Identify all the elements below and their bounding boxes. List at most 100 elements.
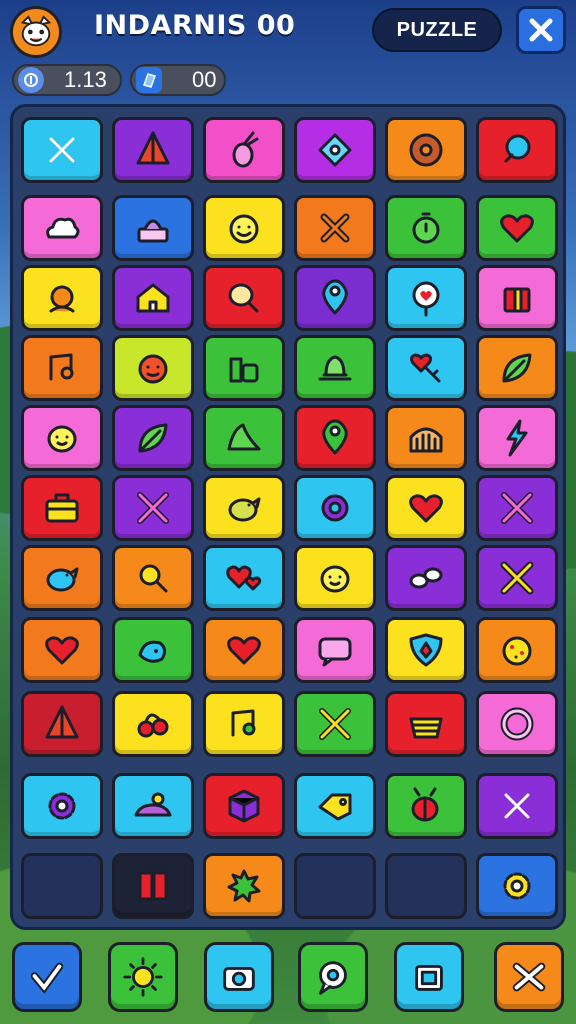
board-tile[interactable] [385,773,467,839]
crossed-arrows-icon [137,492,169,524]
chat-icon [318,637,352,667]
board-tile[interactable] [476,545,558,611]
board-tile[interactable] [21,545,103,611]
island-icon [134,792,172,817]
gears-block-icon [229,357,259,383]
board-tile[interactable] [21,617,103,683]
board-tile[interactable] [294,545,376,611]
music-note-icon [231,709,256,737]
board-tile[interactable] [294,265,376,331]
board-tile[interactable] [385,617,467,683]
board-tile[interactable] [476,405,558,471]
close-icon [529,18,553,42]
board-tile[interactable] [21,117,103,183]
board-tile[interactable] [294,335,376,401]
board-tile[interactable] [476,475,558,541]
board-tile[interactable] [21,691,103,757]
pyramid-icon [45,705,79,739]
gem-value: 00 [192,67,217,92]
cherry-icon [137,713,169,738]
gem-counter: 00 [130,64,226,96]
empty-slot [385,853,467,919]
board-tile[interactable] [476,773,558,839]
coin-counter: 1.13 [12,64,122,96]
board-tile[interactable] [476,617,558,683]
board-tile[interactable] [112,853,194,919]
board-tile[interactable] [203,335,285,401]
board-tile[interactable] [203,691,285,757]
board-tile[interactable] [112,405,194,471]
board-tile[interactable] [112,117,194,183]
sun-button[interactable] [108,942,178,1012]
board-tile[interactable] [476,117,558,183]
tag-icon [318,793,352,821]
board-tile[interactable] [476,335,558,401]
puzzle-mode-button[interactable]: PUZZLE [372,8,502,52]
temple-icon [318,355,352,381]
bottom-toolbar [0,936,576,1024]
board-tile[interactable] [294,405,376,471]
shuffle-button[interactable] [494,942,564,1012]
meat-icon [228,283,259,313]
coin-icon [18,67,44,93]
board-tile[interactable] [294,195,376,261]
board-tile[interactable] [112,265,194,331]
camera-icon [223,966,255,991]
box-button[interactable] [394,942,464,1012]
chat-button[interactable] [298,942,368,1012]
splat-icon [227,869,261,903]
board-tile[interactable] [385,405,467,471]
board-tile[interactable] [21,265,103,331]
house-icon [136,283,170,313]
board-tile[interactable] [385,117,467,183]
board-tile[interactable] [203,853,285,919]
board-tile[interactable] [294,475,376,541]
board-tile[interactable] [112,195,194,261]
board-tile[interactable] [21,195,103,261]
board-tile[interactable] [21,405,103,471]
board-tile[interactable] [112,335,194,401]
board-tile[interactable] [476,265,558,331]
board-tile[interactable] [112,475,194,541]
board-tile[interactable] [294,773,376,839]
map-pin-icon [322,419,348,455]
board-tile[interactable] [203,195,285,261]
board-tile[interactable] [476,691,558,757]
board-tile[interactable] [385,691,467,757]
cloud-icon [46,217,80,239]
board-tile[interactable] [294,691,376,757]
board-tile[interactable] [294,617,376,683]
board-tile[interactable] [203,405,285,471]
board-tile[interactable] [21,773,103,839]
board-tile[interactable] [385,335,467,401]
board-tile[interactable] [294,117,376,183]
board-tile[interactable] [385,545,467,611]
radish-icon [232,131,259,168]
board-tile[interactable] [203,773,285,839]
board-tile[interactable] [476,195,558,261]
checkmark-button[interactable] [12,942,82,1012]
board-tile[interactable] [476,853,558,919]
close-button[interactable] [516,6,566,54]
board-tile[interactable] [21,475,103,541]
board-tile[interactable] [385,265,467,331]
camera-button[interactable] [204,942,274,1012]
board-tile[interactable] [112,617,194,683]
board-tile[interactable] [203,545,285,611]
heart-icon [45,636,79,665]
board-tile[interactable] [112,545,194,611]
board-tile[interactable] [203,617,285,683]
player-avatar[interactable] [10,6,62,58]
board-tile[interactable] [203,265,285,331]
bird-icon [46,567,79,592]
board-tile[interactable] [203,475,285,541]
board-tile[interactable] [385,475,467,541]
board-tile[interactable] [112,691,194,757]
board-tile[interactable] [21,335,103,401]
stopwatch-icon [412,212,440,244]
crossed-bones-icon [500,561,534,595]
hearts-icon [226,565,262,591]
board-tile[interactable] [203,117,285,183]
board-tile[interactable] [112,773,194,839]
board-tile[interactable] [385,195,467,261]
